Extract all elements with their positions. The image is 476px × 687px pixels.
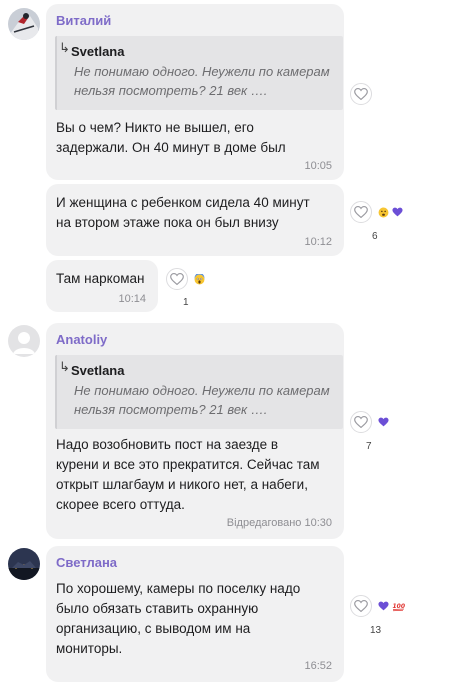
reply-quote[interactable]: ↳ Svetlana Не понимаю одного. Неужели по…: [55, 36, 343, 110]
reply-author: Svetlana: [71, 44, 125, 59]
message-time: 10:12: [304, 236, 332, 248]
message-text: Вы о чем? Никто не вышел, его задержали.…: [56, 120, 286, 155]
reaction-count: 13: [370, 625, 382, 636]
avatar-anatoliy[interactable]: [8, 325, 40, 357]
message-time: 10:05: [304, 160, 332, 172]
sender-name[interactable]: Светлана: [56, 555, 117, 570]
reactions: 100: [350, 595, 405, 617]
reactions: [350, 201, 403, 223]
reply-arrow-icon: ↳: [59, 40, 70, 55]
sender-name[interactable]: Виталий: [56, 13, 111, 28]
reactions: [350, 411, 389, 433]
heart-outline-icon: [354, 416, 368, 428]
purple-heart-icon[interactable]: [392, 207, 403, 217]
sender-name[interactable]: Anatoliy: [56, 332, 107, 347]
message-bubble[interactable]: Светлана По хорошему, камеры по поселку …: [46, 546, 344, 682]
reply-quote[interactable]: ↳ Svetlana Не понимаю одного. Неужели по…: [55, 355, 343, 429]
reply-text: Не понимаю одного. Неужели по камерам не…: [74, 383, 330, 417]
avatar-vitaliy[interactable]: [8, 8, 40, 40]
purple-heart-icon[interactable]: [378, 417, 389, 427]
add-reaction-button[interactable]: [350, 201, 372, 223]
reaction-count: 6: [372, 231, 378, 242]
message-text: Надо возобновить пост на заезде в курени…: [56, 437, 320, 512]
message-text: Там наркоман: [56, 271, 145, 286]
add-reaction-button[interactable]: [350, 595, 372, 617]
reaction-count: 1: [183, 297, 189, 308]
message-time: 16:52: [304, 660, 332, 672]
reply-text: Не понимаю одного. Неужели по камерам не…: [74, 64, 330, 98]
message-bubble[interactable]: Виталий ↳ Svetlana Не понимаю одного. Не…: [46, 4, 344, 180]
message-time: 10:14: [118, 293, 146, 305]
heart-outline-icon: [354, 600, 368, 612]
reply-author: Svetlana: [71, 363, 125, 378]
heart-outline-icon: [354, 88, 368, 100]
add-reaction-button[interactable]: [350, 83, 372, 105]
reactions: [166, 268, 205, 290]
avatar-svetlana[interactable]: [8, 548, 40, 580]
heart-outline-icon: [170, 273, 184, 285]
add-reaction-button[interactable]: [350, 411, 372, 433]
message-text: И женщина с ребенком сидела 40 минут на …: [56, 195, 310, 230]
message-text: По хорошему, камеры по поселку надо было…: [56, 581, 301, 656]
message-bubble[interactable]: Anatoliy ↳ Svetlana Не понимаю одного. Н…: [46, 323, 344, 539]
default-user-icon: [13, 332, 35, 354]
worried-face-icon[interactable]: [378, 207, 389, 218]
message-bubble[interactable]: Там наркоман 10:14: [46, 260, 158, 312]
add-reaction-button[interactable]: [166, 268, 188, 290]
purple-heart-icon[interactable]: [378, 601, 389, 611]
reaction-count: 7: [366, 441, 372, 452]
message-time: Відредаговано 10:30: [226, 517, 332, 529]
message-bubble[interactable]: И женщина с ребенком сидела 40 минут на …: [46, 184, 344, 256]
reply-arrow-icon: ↳: [59, 359, 70, 374]
reactions: [350, 83, 372, 105]
hundred-points-icon[interactable]: 100: [392, 601, 405, 612]
scream-face-icon[interactable]: [194, 273, 205, 285]
heart-outline-icon: [354, 206, 368, 218]
